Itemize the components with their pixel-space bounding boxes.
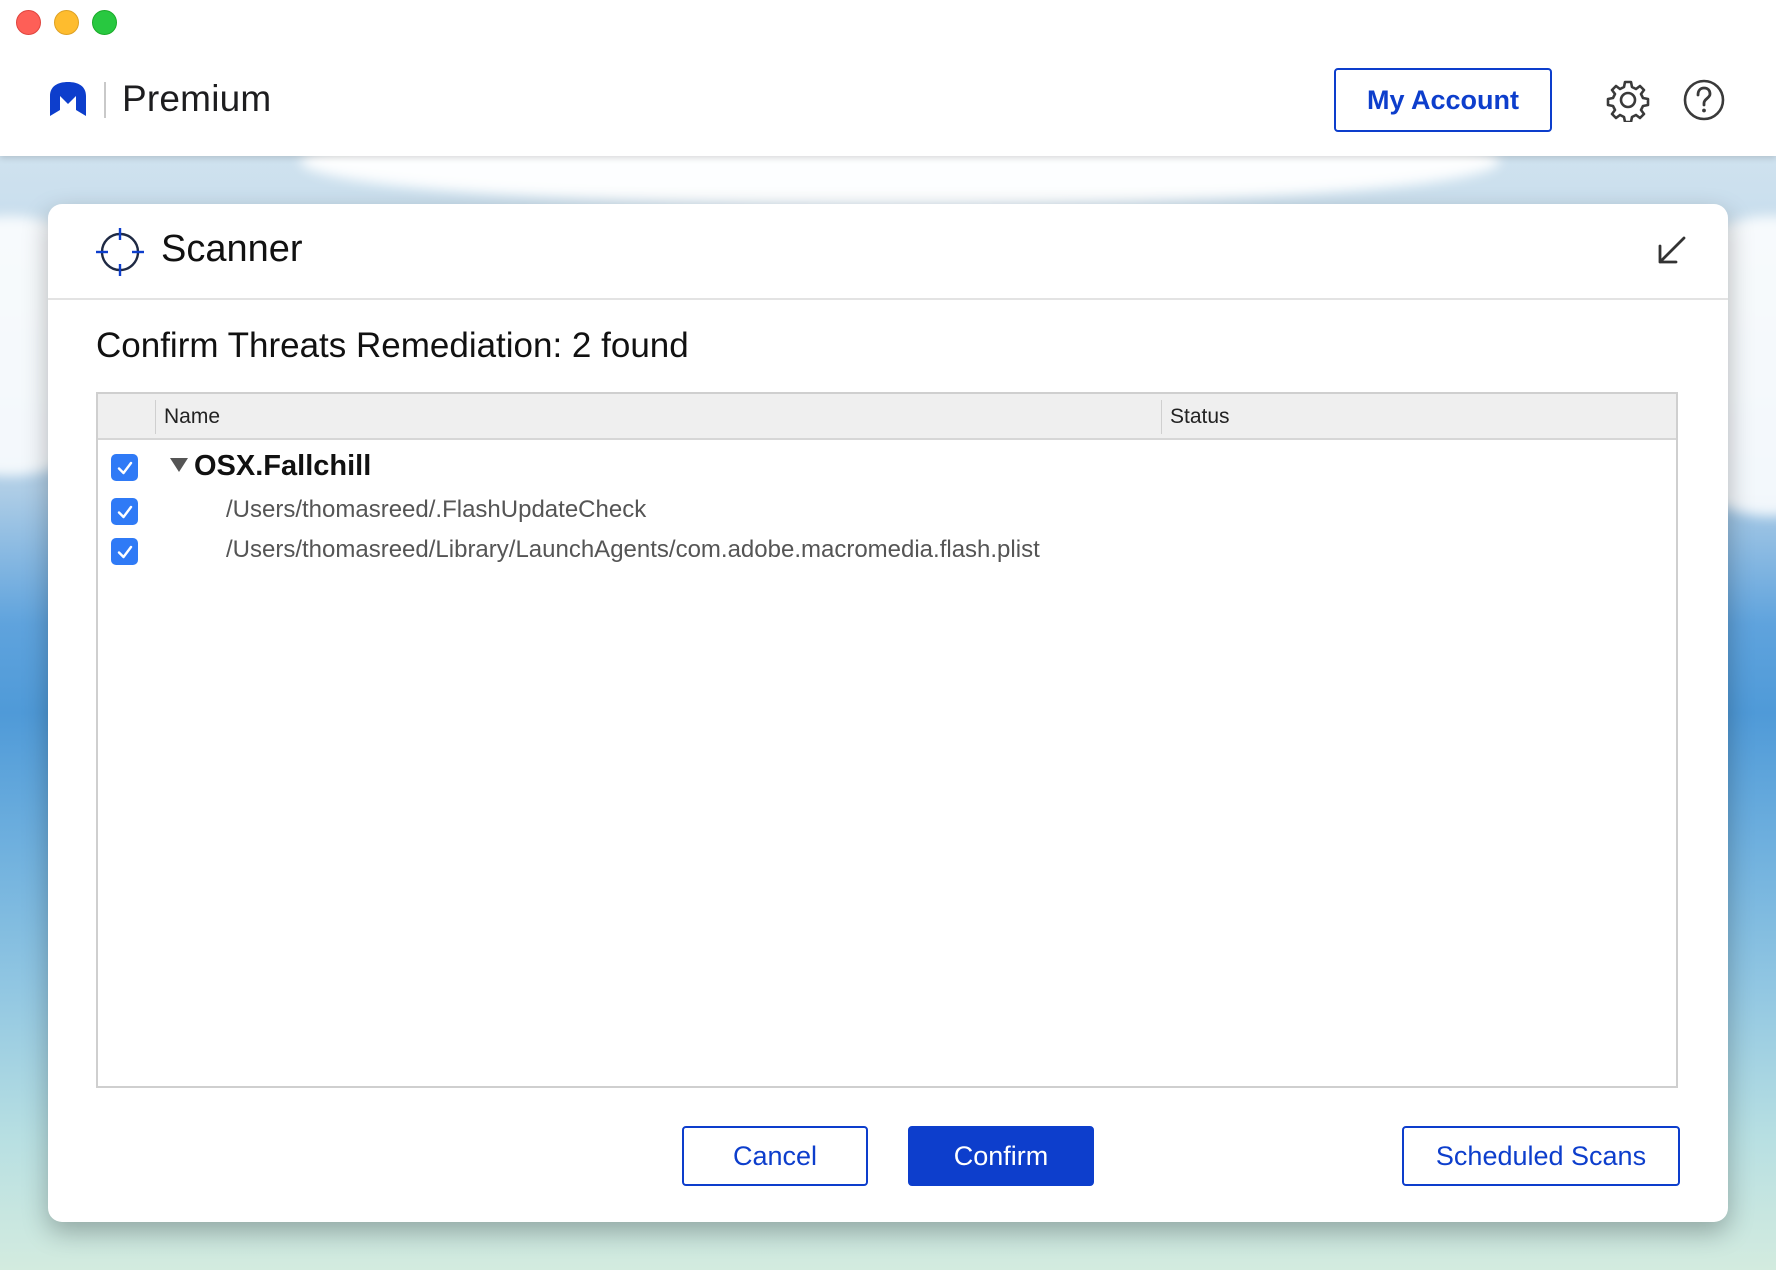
crosshair-icon	[96, 228, 144, 276]
collapse-arrow-icon[interactable]	[1654, 234, 1688, 268]
panel-title: Scanner	[161, 228, 303, 270]
app-header: Premium My Account	[0, 0, 1776, 156]
column-header-status[interactable]: Status	[1170, 405, 1230, 429]
disclosure-triangle-icon[interactable]	[170, 458, 188, 472]
close-window-button[interactable]	[16, 10, 41, 35]
zoom-window-button[interactable]	[92, 10, 117, 35]
window-controls	[16, 10, 117, 35]
my-account-button[interactable]: My Account	[1334, 68, 1552, 132]
threat-item-row: /Users/thomasreed/.FlashUpdateCheck	[98, 490, 1676, 530]
item-checkbox[interactable]	[111, 538, 138, 565]
item-path: /Users/thomasreed/.FlashUpdateCheck	[226, 496, 647, 523]
gear-icon[interactable]	[1606, 78, 1650, 122]
cancel-button[interactable]: Cancel	[682, 1126, 868, 1186]
table-header: Name Status	[98, 394, 1676, 440]
scanner-panel: Scanner Confirm Threats Remediation: 2 f…	[48, 204, 1728, 1222]
column-header-name[interactable]: Name	[164, 405, 220, 429]
confirm-button[interactable]: Confirm	[908, 1126, 1094, 1186]
column-separator	[155, 400, 156, 434]
checkmark-icon	[117, 461, 132, 474]
checkmark-icon	[117, 545, 132, 558]
threats-table: Name Status OSX.Fallchill /Users/thomasr…	[96, 392, 1678, 1088]
product-name: Premium	[122, 78, 272, 119]
scheduled-scans-button[interactable]: Scheduled Scans	[1402, 1126, 1680, 1186]
threat-item-row: /Users/thomasreed/Library/LaunchAgents/c…	[98, 530, 1676, 570]
app-window: Premium My Account Scanner Confirm Threa…	[0, 0, 1776, 1270]
checkmark-icon	[117, 505, 132, 518]
logo-separator	[104, 82, 106, 118]
item-path: /Users/thomasreed/Library/LaunchAgents/c…	[226, 536, 1040, 563]
column-separator	[1161, 400, 1162, 434]
item-checkbox[interactable]	[111, 498, 138, 525]
threat-row: OSX.Fallchill	[98, 446, 1676, 486]
threats-heading: Confirm Threats Remediation: 2 found	[96, 326, 689, 365]
minimize-window-button[interactable]	[54, 10, 79, 35]
threat-name: OSX.Fallchill	[194, 450, 372, 482]
malwarebytes-logo-icon	[50, 82, 86, 116]
help-icon[interactable]	[1682, 78, 1726, 122]
panel-header: Scanner	[48, 204, 1728, 300]
threat-checkbox[interactable]	[111, 454, 138, 481]
